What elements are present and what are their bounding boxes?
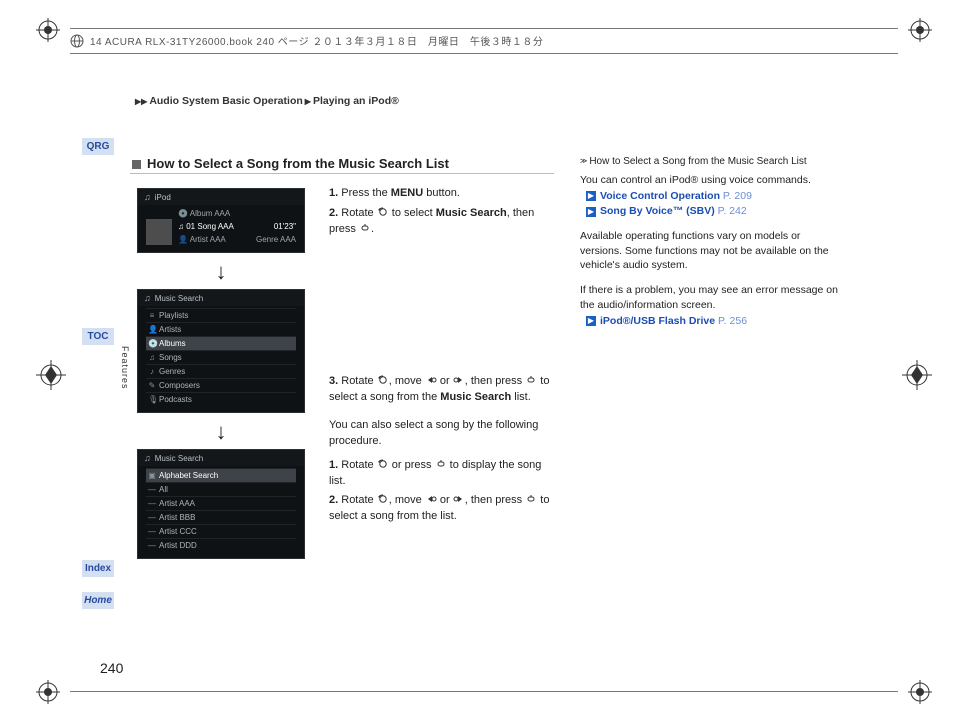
tab-index[interactable]: Index: [82, 560, 114, 577]
down-arrow-icon: ↓: [137, 259, 305, 285]
section-title: How to Select a Song from the Music Sear…: [132, 156, 552, 171]
note-p2: Available operating functions vary on mo…: [580, 229, 845, 273]
note-heading: ≫How to Select a Song from the Music Sea…: [580, 155, 845, 169]
note-p3: If there is a problem, you may see an er…: [580, 283, 845, 312]
music-note-icon: ♫: [144, 453, 151, 463]
list-item: —Artist AAA: [146, 496, 296, 510]
dbl-chevron-icon: ≫: [580, 157, 586, 167]
section-rule: [130, 173, 554, 174]
album-art-thumb: [146, 219, 172, 245]
list-item: ≡Playlists: [146, 308, 296, 322]
push-button-icon: [525, 375, 537, 387]
file-line: 14 ACURA RLX-31TY26000.book 240 ページ ２０１３…: [90, 33, 543, 48]
registration-mark-icon: [36, 360, 66, 390]
step-4: 1. Rotate or press to display the song l…: [329, 458, 554, 490]
list-item: 👤Artists: [146, 322, 296, 336]
list-item: ✎Composers: [146, 378, 296, 392]
page-number: 240: [100, 660, 123, 676]
screen-column: ♫iPod 💿 Album AAA ♫ 01 Song AAA01'23" 👤 …: [137, 188, 305, 559]
list-item: ♪Genres: [146, 364, 296, 378]
features-label: Features: [120, 346, 130, 390]
link-arrow-icon: ▶: [586, 316, 596, 326]
breadcrumb: ▶▶ Audio System Basic Operation ▶ Playin…: [135, 95, 399, 107]
album-line: 💿 Album AAA: [178, 207, 296, 220]
down-arrow-icon: ↓: [137, 419, 305, 445]
music-note-icon: ♫: [144, 293, 151, 303]
crop-mark-icon: [908, 680, 932, 704]
tab-home[interactable]: Home: [82, 592, 114, 609]
screen-music-search: ♫Music Search ≡Playlists👤Artists💿Albums♫…: [137, 289, 305, 413]
step-3: 3. Rotate , move or , then press to sele…: [329, 374, 554, 406]
move-right-icon: [453, 494, 465, 506]
link-sbv[interactable]: ▶Song By Voice™ (SBV) P. 242: [586, 204, 845, 219]
rotate-dial-icon: [377, 494, 389, 506]
framemaker-header: 14 ACURA RLX-31TY26000.book 240 ページ ２０１３…: [70, 28, 898, 54]
screen-artist-list: ♫Music Search ▣Alphabet Search—All—Artis…: [137, 449, 305, 559]
link-arrow-icon: ▶: [586, 191, 596, 201]
link-ipod-usb[interactable]: ▶iPod®/USB Flash Drive P. 256: [586, 314, 845, 329]
screen-ipod: ♫iPod 💿 Album AAA ♫ 01 Song AAA01'23" 👤 …: [137, 188, 305, 253]
registration-mark-icon: [902, 360, 932, 390]
note-p1: You can control an iPod® using voice com…: [580, 173, 845, 188]
triangle-icon: ▶▶: [135, 97, 147, 106]
rotate-dial-icon: [377, 207, 389, 219]
song-line: ♫ 01 Song AAA01'23": [178, 220, 296, 233]
list-item: ♫Songs: [146, 350, 296, 364]
step-1: 1. Press the MENU button.: [329, 186, 554, 202]
bottom-frame-line: [70, 691, 898, 692]
push-button-icon: [435, 459, 447, 471]
also-text: You can also select a song by the follow…: [329, 418, 554, 450]
push-button-icon: [525, 494, 537, 506]
rotate-dial-icon: [377, 459, 389, 471]
breadcrumb-b: Playing an iPod®: [313, 95, 399, 107]
link-arrow-icon: ▶: [586, 207, 596, 217]
move-left-icon: [425, 375, 437, 387]
triangle-icon: ▶: [305, 97, 311, 106]
crop-mark-icon: [36, 18, 60, 42]
tab-qrg[interactable]: QRG: [82, 138, 114, 155]
push-button-icon: [359, 223, 371, 235]
step-2: 2. Rotate to select Music Search, then p…: [329, 206, 554, 238]
breadcrumb-a: Audio System Basic Operation: [149, 95, 302, 107]
move-left-icon: [425, 494, 437, 506]
list-item: —Artist DDD: [146, 538, 296, 552]
list-item: —Artist BBB: [146, 510, 296, 524]
square-bullet-icon: [132, 160, 141, 169]
list-item: ▣Alphabet Search: [146, 468, 296, 482]
notes-column: ≫How to Select a Song from the Music Sea…: [580, 155, 845, 329]
list-item: —All: [146, 482, 296, 496]
tab-toc[interactable]: TOC: [82, 328, 114, 345]
list-item: 💿Albums: [146, 336, 296, 350]
music-note-icon: ♫: [144, 192, 151, 202]
rotate-dial-icon: [377, 375, 389, 387]
list-item: —Artist CCC: [146, 524, 296, 538]
instructions-column: 1. Press the MENU button. 2. Rotate to s…: [329, 186, 554, 529]
crop-mark-icon: [36, 680, 60, 704]
crop-mark-icon: [908, 18, 932, 42]
book-icon: [70, 34, 84, 48]
link-voice-control[interactable]: ▶Voice Control Operation P. 209: [586, 189, 845, 204]
artist-line: 👤 Artist AAA Genre AAA: [178, 233, 296, 246]
list-item: 🎙Podcasts: [146, 392, 296, 406]
step-5: 2. Rotate , move or , then press to sele…: [329, 493, 554, 525]
move-right-icon: [453, 375, 465, 387]
